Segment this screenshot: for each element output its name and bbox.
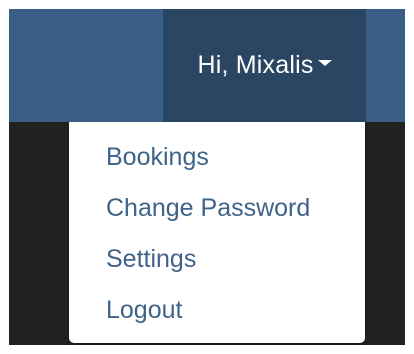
user-dropdown-menu: Bookings Change Password Settings Logout — [69, 122, 365, 343]
menu-item-change-password[interactable]: Change Password — [106, 193, 310, 223]
menu-item-logout[interactable]: Logout — [106, 295, 182, 325]
user-menu-toggle[interactable]: Hi, Mixalis — [163, 9, 366, 122]
user-greeting: Hi, Mixalis — [197, 51, 314, 79]
caret-down-icon — [317, 59, 332, 66]
app-frame: Hi, Mixalis Bookings Change Password Set… — [9, 9, 405, 345]
navbar: Hi, Mixalis — [9, 9, 405, 122]
menu-item-bookings[interactable]: Bookings — [106, 142, 209, 172]
menu-item-settings[interactable]: Settings — [106, 244, 196, 274]
